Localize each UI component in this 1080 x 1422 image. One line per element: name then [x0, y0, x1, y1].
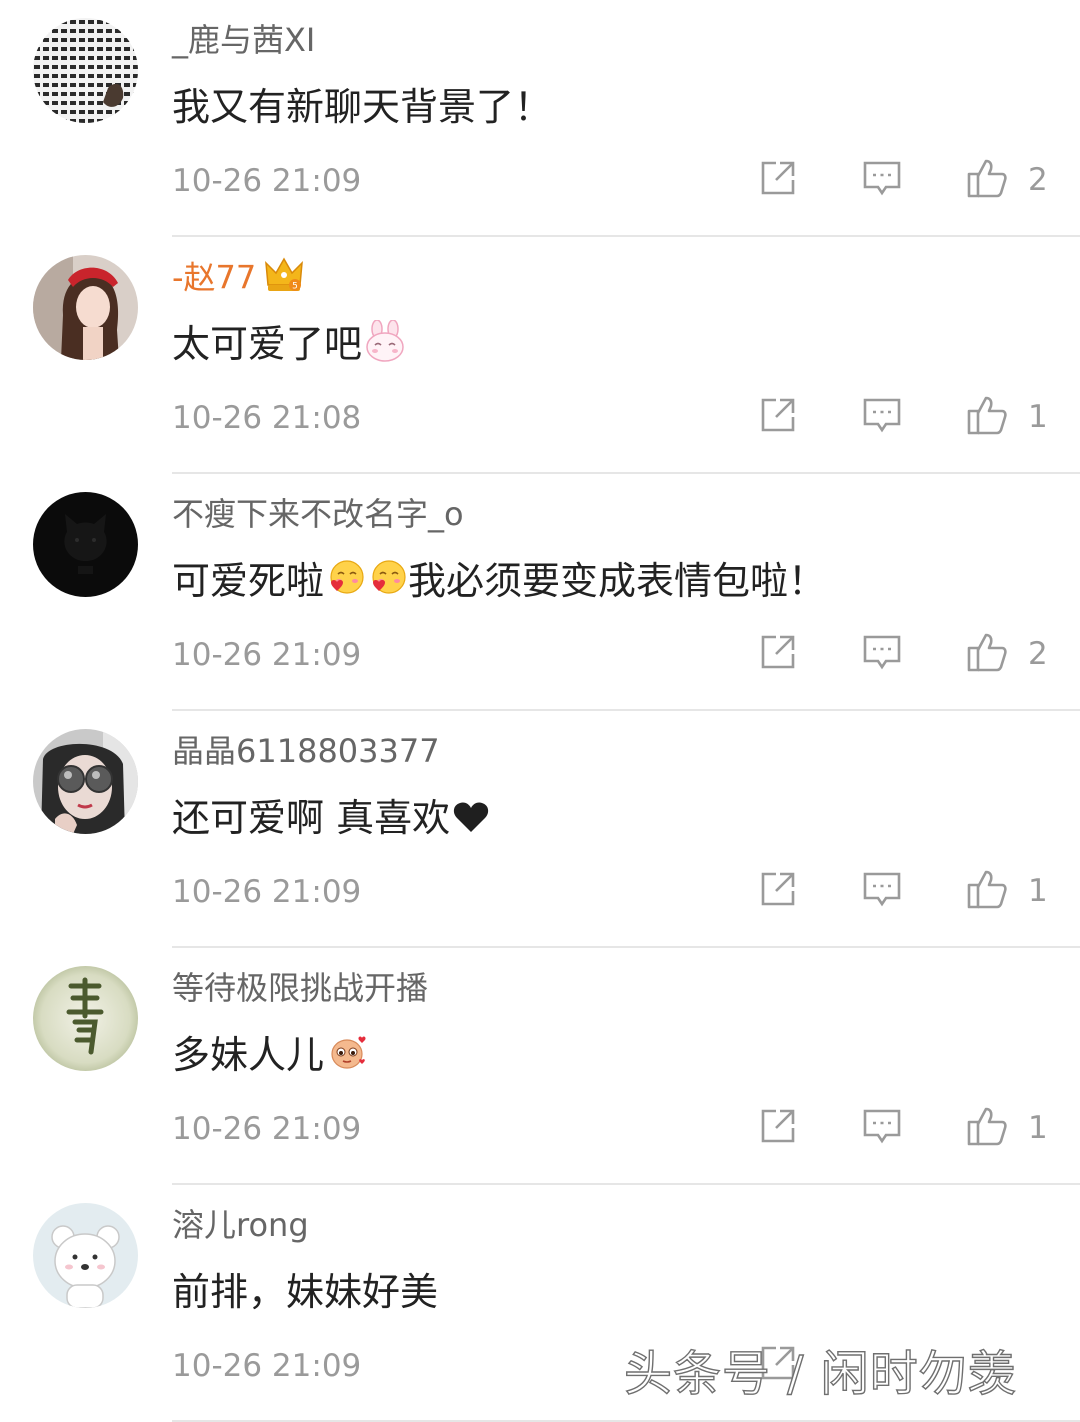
username[interactable]: -赵77 5: [172, 255, 304, 304]
comment-item: 不瘦下来不改名字_o 可爱死啦 我必须要变成表情包啦！ 10-26 21:09: [0, 474, 1080, 711]
comment-text: 我又有新聊天背景了！: [172, 85, 553, 129]
share-icon: [758, 158, 798, 202]
cute-face-emoji-icon: [326, 1032, 366, 1084]
username-text: -赵77: [172, 258, 257, 297]
thumbs-up-icon: [966, 157, 1008, 203]
like-count: 1: [1028, 873, 1048, 909]
reply-button[interactable]: [862, 869, 902, 913]
like-button[interactable]: 1: [966, 395, 1048, 439]
like-button[interactable]: 2: [966, 158, 1048, 202]
blush-emoji-icon: [326, 558, 366, 610]
comment-text-part: 可爱死啦: [172, 559, 325, 603]
avatar[interactable]: [33, 255, 138, 360]
comment-text: 前排，妹妹好美: [172, 1270, 439, 1314]
comment-time: 10-26 21:09: [172, 1111, 362, 1147]
share-button[interactable]: [758, 869, 798, 913]
blush-emoji-icon: [368, 558, 408, 610]
comment-bubble-icon: [862, 1106, 902, 1150]
share-icon: [758, 1106, 798, 1150]
comment-text: 还可爱啊 真喜欢: [172, 793, 490, 846]
like-count: 2: [1028, 636, 1048, 672]
username[interactable]: 等待极限挑战开播: [172, 966, 428, 1010]
comment-item: 等待极限挑战开播 多妹人儿 10-26 21:09 1: [0, 948, 1080, 1185]
share-button[interactable]: [758, 158, 798, 202]
thumbs-up-icon: [966, 1105, 1008, 1151]
reply-button[interactable]: [862, 1106, 902, 1150]
like-count: 2: [1028, 162, 1048, 198]
share-button[interactable]: [758, 632, 798, 676]
crown-badge-icon: 5: [264, 255, 304, 304]
comment-bubble-icon: [862, 395, 902, 439]
comment-bubble-icon: [862, 632, 902, 676]
thumbs-up-icon: [966, 394, 1008, 440]
comment-time: 10-26 21:09: [172, 874, 362, 910]
share-icon: [758, 632, 798, 676]
comment-text-part: 我必须要变成表情包啦！: [408, 559, 827, 603]
reply-button[interactable]: [862, 395, 902, 439]
like-count: 1: [1028, 1110, 1048, 1146]
comment-bubble-icon: [862, 158, 902, 202]
comment-text: 可爱死啦 我必须要变成表情包啦！: [172, 556, 826, 610]
like-button[interactable]: 1: [966, 869, 1048, 913]
comment-item: -赵77 5 太可爱了吧 10-26 21:08 1: [0, 237, 1080, 474]
share-icon: [758, 869, 798, 913]
comment-text-body: 还可爱啊 真喜欢: [172, 796, 451, 840]
reply-button[interactable]: [862, 632, 902, 676]
avatar[interactable]: [33, 1203, 138, 1308]
username[interactable]: 不瘦下来不改名字_o: [172, 492, 464, 536]
comment-text: 太可爱了吧: [172, 318, 406, 374]
thumbs-up-icon: [966, 868, 1008, 914]
comment-time: 10-26 21:09: [172, 1348, 362, 1384]
share-button[interactable]: [758, 1106, 798, 1150]
comment-text-body: 太可爱了吧: [172, 322, 363, 366]
avatar[interactable]: [33, 966, 138, 1071]
reply-button[interactable]: [862, 158, 902, 202]
like-count: 1: [1028, 399, 1048, 435]
comment-item: 晶晶6118803377 还可爱啊 真喜欢 10-26 21:09 1: [0, 711, 1080, 948]
thumbs-up-icon: [966, 631, 1008, 677]
avatar[interactable]: [33, 18, 138, 123]
watermark: 头条号 / 闲时勿羡: [623, 1345, 1017, 1402]
comment-time: 10-26 21:08: [172, 400, 362, 436]
comment-time: 10-26 21:09: [172, 163, 362, 199]
share-icon: [758, 395, 798, 439]
like-button[interactable]: 2: [966, 632, 1048, 676]
username[interactable]: 晶晶6118803377: [172, 729, 440, 773]
comment-item: _鹿与茜XI 我又有新聊天背景了！ 10-26 21:09 2: [0, 0, 1080, 237]
comment-text-body: 多妹人儿: [172, 1033, 325, 1077]
like-button[interactable]: 1: [966, 1106, 1048, 1150]
share-button[interactable]: [758, 395, 798, 439]
comment-bubble-icon: [862, 869, 902, 913]
heart-icon: [452, 796, 490, 846]
comment-text: 多妹人儿: [172, 1030, 366, 1084]
bunny-emoji-icon: [364, 318, 406, 374]
username[interactable]: 溶儿rong: [172, 1203, 309, 1247]
svg-text:5: 5: [292, 282, 298, 292]
avatar[interactable]: [33, 492, 138, 597]
username[interactable]: _鹿与茜XI: [172, 18, 315, 62]
avatar[interactable]: [33, 729, 138, 834]
comment-time: 10-26 21:09: [172, 637, 362, 673]
